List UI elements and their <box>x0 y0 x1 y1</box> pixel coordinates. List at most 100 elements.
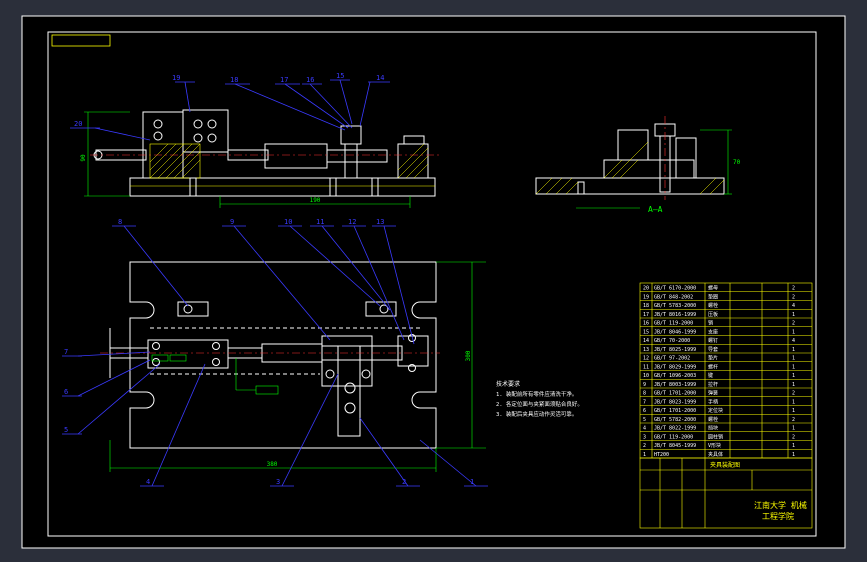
bom-cell-qty: 1 <box>792 399 795 405</box>
section-label: A—A <box>648 205 663 214</box>
bom-cell-no: 10 <box>643 373 649 379</box>
callout-3: 3 <box>276 478 280 486</box>
bom-cell-name: V形块 <box>708 442 721 449</box>
bom-cell-no: 4 <box>643 426 646 432</box>
bom-cell-qty: 1 <box>792 364 795 370</box>
bom-cell-code: GB/T 5782-2000 <box>654 417 696 423</box>
bom-cell-qty: 2 <box>792 391 795 397</box>
tech-req-line-3: 3. 装配后夹具应动作灵活可靠。 <box>496 410 577 418</box>
bom-cell-code: JB/T 8029-1999 <box>654 364 696 370</box>
bom-cell-name: 垫片 <box>708 355 718 362</box>
dim-overall-length: 380 <box>267 461 278 468</box>
callout-1: 1 <box>470 478 474 486</box>
callout-10: 10 <box>284 218 292 226</box>
callout-19: 19 <box>172 74 180 82</box>
bom-cell-name: 定位块 <box>708 407 723 414</box>
bom-cell-code: JB/T 8045-1999 <box>654 443 696 449</box>
bom-cell-code: JB/T 8046-1999 <box>654 329 696 335</box>
bom-cell-code: GB/T 6170-2000 <box>654 286 696 292</box>
bom-cell-qty: 1 <box>792 347 795 353</box>
bom-cell-qty: 2 <box>792 321 795 327</box>
callout-12: 12 <box>348 218 356 226</box>
bom-cell-no: 19 <box>643 294 649 300</box>
bom-cell-qty: 2 <box>792 294 795 300</box>
dim-plan-height: 300 <box>465 350 472 361</box>
dim-elev-length: 190 <box>310 197 321 204</box>
bom-cell-name: 螺栓 <box>708 416 718 423</box>
callout-13: 13 <box>376 218 384 226</box>
bom-cell-name: 挡块 <box>708 425 718 432</box>
bom-cell-code: GB/T 5783-2000 <box>654 303 696 309</box>
bom-cell-name: 螺钉 <box>708 337 718 344</box>
callout-6: 6 <box>64 388 68 396</box>
bom-cell-qty: 1 <box>792 452 795 458</box>
bom-cell-name: 销 <box>708 320 713 327</box>
callout-9: 9 <box>230 218 234 226</box>
bom-cell-code: JB/T 8016-1999 <box>654 312 696 318</box>
bom-cell-no: 16 <box>643 321 649 327</box>
bom-cell-name: 弹簧 <box>708 390 718 397</box>
bom-cell-code: GB/T 119-2000 <box>654 321 693 327</box>
bom-cell-qty: 2 <box>792 417 795 423</box>
bom-cell-code: GB/T 1701-2000 <box>654 408 696 414</box>
bom-cell-no: 7 <box>643 399 646 405</box>
bom-cell-qty: 1 <box>792 382 795 388</box>
callout-15: 15 <box>336 72 344 80</box>
bom-cell-qty: 1 <box>792 443 795 449</box>
bom-cell-code: JB/T 8022-1999 <box>654 426 696 432</box>
bom-cell-qty: 1 <box>792 356 795 362</box>
tech-req-line-2: 2. 各定位面与夹紧面须贴合良好。 <box>496 400 583 408</box>
bom-cell-qty: 2 <box>792 286 795 292</box>
bom-cell-code: JB/T 8023-1999 <box>654 399 696 405</box>
callout-20: 20 <box>74 120 82 128</box>
bom-cell-no: 6 <box>643 408 646 414</box>
bom-cell-name: 键 <box>708 372 713 379</box>
bom-cell-name: 垫圈 <box>708 293 718 300</box>
bom-cell-no: 9 <box>643 382 646 388</box>
callout-14: 14 <box>376 74 384 82</box>
bom-cell-no: 8 <box>643 391 646 397</box>
bom-cell-code: JB/T 8003-1999 <box>654 382 696 388</box>
bom-cell-name: 压板 <box>708 311 718 318</box>
tech-req-line-1: 1. 装配前所有零件应清洗干净。 <box>496 390 577 398</box>
bom-cell-name: 螺杆 <box>708 363 718 370</box>
bom-cell-qty: 1 <box>792 426 795 432</box>
bom-cell-no: 20 <box>643 286 649 292</box>
bom-cell-name: 拉杆 <box>708 381 718 388</box>
bom-cell-code: GB/T 70-2000 <box>654 338 690 344</box>
bom-cell-name: 夹具体 <box>708 451 723 458</box>
cad-drawing-canvas[interactable]: 90 190 19 18 17 16 15 14 20 70 A—A 380 3… <box>0 0 867 562</box>
bom-cell-no: 3 <box>643 434 646 440</box>
callout-5: 5 <box>64 426 68 434</box>
dim-elev-height: 90 <box>80 154 87 162</box>
bom-cell-no: 14 <box>643 338 649 344</box>
callout-17: 17 <box>280 76 288 84</box>
bom-cell-name: 螺母 <box>708 285 718 292</box>
department-name: 工程学院 <box>762 511 794 521</box>
bom-cell-no: 15 <box>643 329 649 335</box>
bom-cell-no: 2 <box>643 443 646 449</box>
bom-cell-no: 18 <box>643 303 649 309</box>
bom-cell-code: JB/T 8025-1999 <box>654 347 696 353</box>
school-name: 江南大学 机械 <box>754 500 807 510</box>
callout-2: 2 <box>402 478 406 486</box>
bom-cell-qty: 2 <box>792 434 795 440</box>
callout-16: 16 <box>306 76 314 84</box>
bom-cell-code: HT200 <box>654 452 669 458</box>
bom-cell-no: 1 <box>643 452 646 458</box>
bom-cell-name: 圆柱销 <box>708 433 723 440</box>
bom-cell-code: GB/T 119-2000 <box>654 434 693 440</box>
callout-18: 18 <box>230 76 238 84</box>
bom-cell-no: 12 <box>643 356 649 362</box>
bom-cell-code: GB/T 848-2002 <box>654 294 693 300</box>
drawing-name: 夹具装配图 <box>710 461 740 469</box>
bom-cell-qty: 1 <box>792 312 795 318</box>
bom-cell-code: GB/T 97-2002 <box>654 356 690 362</box>
bom-cell-no: 11 <box>643 364 649 370</box>
callout-7: 7 <box>64 348 68 356</box>
bom-cell-name: 支座 <box>708 328 718 335</box>
bom-cell-qty: 4 <box>792 338 795 344</box>
bom-cell-code: GB/T 1096-2003 <box>654 373 696 379</box>
bom-cell-qty: 1 <box>792 373 795 379</box>
dim-section-height: 70 <box>733 159 741 166</box>
